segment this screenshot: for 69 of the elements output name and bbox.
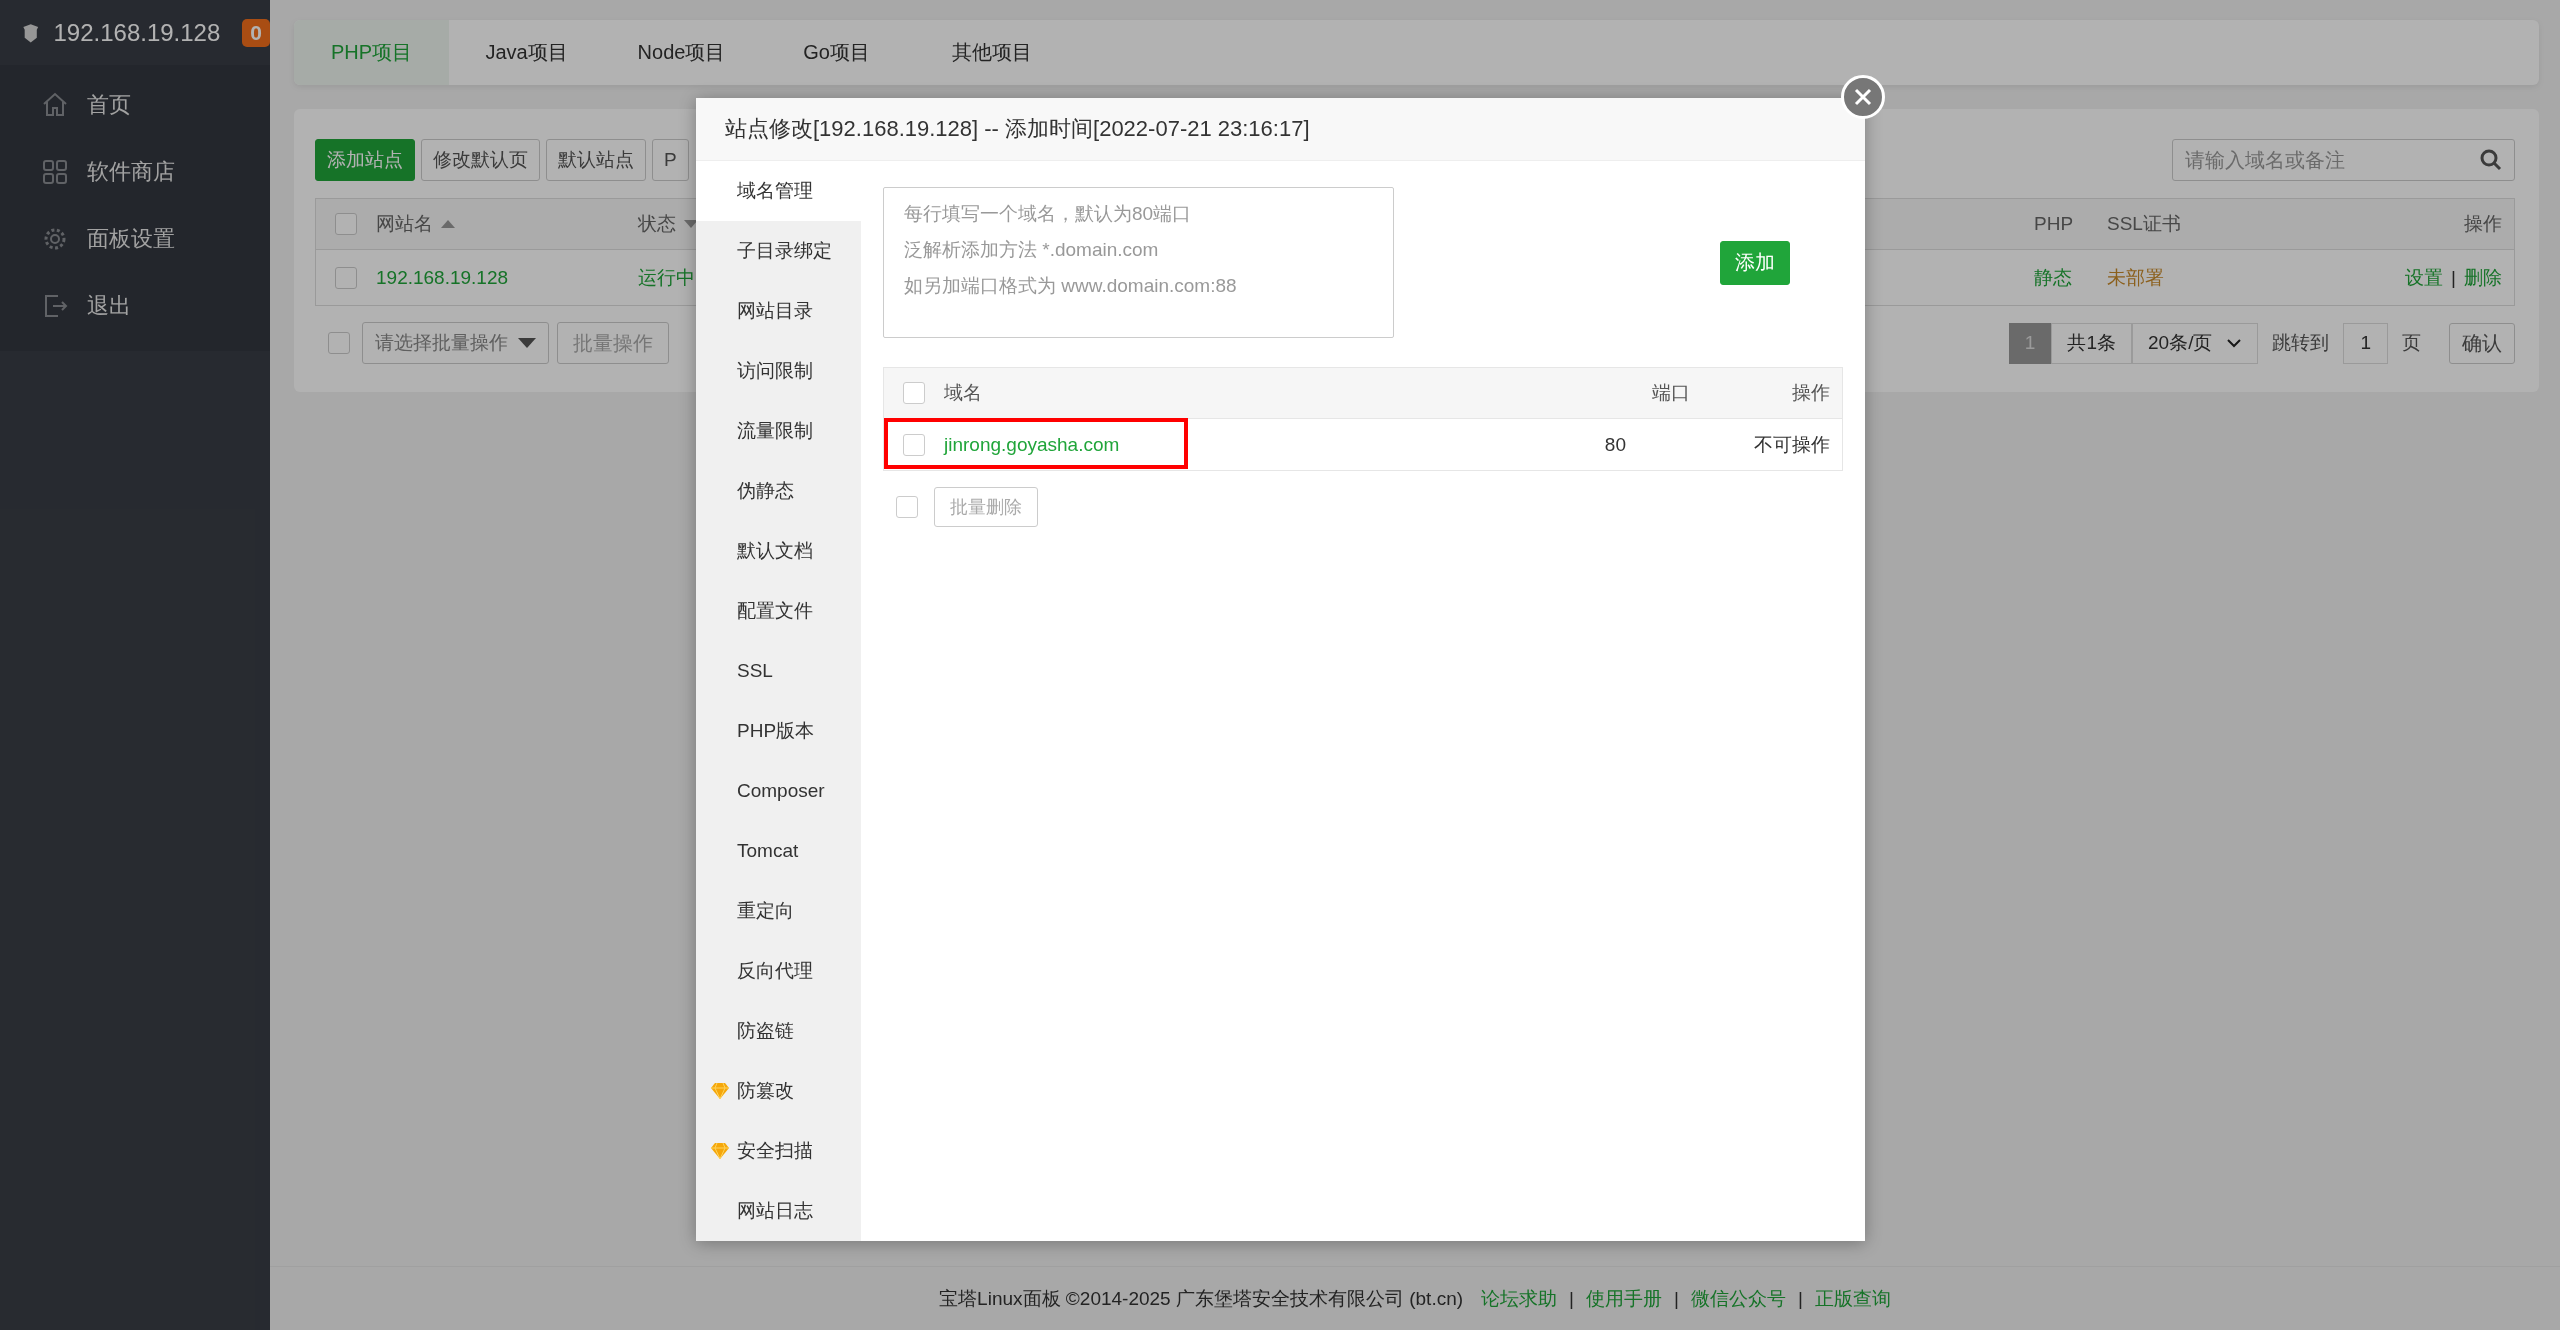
column-header: 端口 bbox=[1652, 381, 1690, 405]
column-header[interactable]: 状态 bbox=[638, 211, 676, 237]
action-text: 不可操作 bbox=[1754, 432, 1830, 457]
menu-item[interactable]: Composer bbox=[696, 761, 861, 821]
checkbox[interactable] bbox=[335, 213, 357, 235]
dropdown-icon bbox=[518, 338, 536, 348]
close-icon bbox=[1853, 87, 1873, 107]
menu-item[interactable]: 反向代理 bbox=[696, 941, 861, 1001]
column-header: PHP bbox=[2034, 213, 2074, 235]
menu-item[interactable]: 防篡改 bbox=[696, 1061, 861, 1121]
separator: | bbox=[2451, 266, 2456, 289]
checkbox[interactable] bbox=[335, 266, 357, 289]
toolbar-button[interactable]: 修改默认页 bbox=[421, 139, 540, 181]
column-header: 操作 bbox=[2464, 212, 2502, 236]
sidebar-item[interactable]: 退出 bbox=[0, 272, 270, 339]
column-header[interactable]: 网站名 bbox=[376, 211, 433, 237]
menu-item[interactable]: 访问限制 bbox=[696, 341, 861, 401]
menu-item[interactable]: Tomcat bbox=[696, 821, 861, 881]
add-button[interactable]: 添加 bbox=[1720, 240, 1790, 285]
menu-item[interactable]: 配置文件 bbox=[696, 581, 861, 641]
menu-item[interactable]: 安全扫描 bbox=[696, 1121, 861, 1181]
search-icon bbox=[2479, 148, 2503, 172]
toolbar-button[interactable]: 默认站点 bbox=[546, 139, 646, 181]
menu-item[interactable]: 网站日志 bbox=[696, 1181, 861, 1241]
tab[interactable]: Java项目 bbox=[449, 20, 604, 85]
menu-item[interactable]: PHP版本 bbox=[696, 701, 861, 761]
jump-label: 跳转到 bbox=[2271, 331, 2331, 355]
port-text: 80 bbox=[1604, 433, 1626, 456]
server-address: 192.168.19.128 bbox=[53, 18, 221, 47]
chevron-down-icon bbox=[2226, 338, 2243, 348]
sidebar-item[interactable]: 首页 bbox=[0, 71, 270, 138]
grid-icon bbox=[41, 157, 69, 186]
sidebar-item[interactable]: 软件商店 bbox=[0, 138, 270, 205]
total-count: 共1条 bbox=[2051, 322, 2132, 364]
checkbox[interactable] bbox=[903, 433, 925, 456]
tab[interactable]: Go项目 bbox=[759, 20, 914, 85]
separator: | bbox=[1797, 1287, 1803, 1310]
menu-item[interactable]: 默认文档 bbox=[696, 521, 861, 581]
menu-item[interactable]: SSL bbox=[696, 641, 861, 701]
confirm-button[interactable]: 确认 bbox=[2449, 322, 2515, 364]
tab[interactable]: 其他项目 bbox=[914, 20, 1069, 85]
column-header: 域名 bbox=[944, 381, 982, 405]
page-size-select[interactable]: 20条/页 bbox=[2132, 322, 2259, 364]
menu-item[interactable]: 伪静态 bbox=[696, 461, 861, 521]
home-icon bbox=[41, 90, 69, 119]
toolbar-button[interactable]: P bbox=[652, 139, 689, 181]
page-unit: 页 bbox=[2401, 331, 2422, 355]
sort-asc-icon[interactable] bbox=[441, 220, 455, 228]
menu-item[interactable]: 子目录绑定 bbox=[696, 221, 861, 281]
separator: | bbox=[1674, 1287, 1679, 1310]
menu-item[interactable]: 域名管理 bbox=[696, 161, 861, 221]
tab[interactable]: Node项目 bbox=[604, 20, 759, 85]
checkbox[interactable] bbox=[903, 382, 925, 404]
separator: | bbox=[1569, 1287, 1574, 1310]
column-header: SSL证书 bbox=[2107, 212, 2181, 236]
page-input[interactable]: 1 bbox=[2343, 322, 2388, 364]
copyright-text: 宝塔Linux面板 ©2014-2025 广东堡塔安全技术有限公司 (bt.cn) bbox=[939, 1286, 1464, 1311]
domain-input[interactable]: 每行填写一个域名，默认为80端口 泛解析添加方法 *.domain.com 如另加端口格式为 www.domain.com:88 bbox=[883, 187, 1394, 338]
menu-item[interactable]: 网站目录 bbox=[696, 281, 861, 341]
menu-item[interactable]: 防盗链 bbox=[696, 1001, 861, 1061]
search-field[interactable]: 请输入域名或备注 bbox=[2172, 139, 2515, 181]
dialog-title: 站点修改[192.168.19.128] -- 添加时间[2022-07-21 23:16:17] bbox=[696, 98, 1865, 161]
domain-link[interactable]: jinrong.goyasha.com bbox=[944, 433, 1120, 456]
select-text: 请选择批量操作 bbox=[375, 331, 508, 355]
menu-item[interactable]: 重定向 bbox=[696, 881, 861, 941]
checkbox[interactable] bbox=[896, 496, 918, 518]
sidebar-item[interactable]: 面板设置 bbox=[0, 205, 270, 272]
menu-item[interactable]: 流量限制 bbox=[696, 401, 861, 461]
column-header: 操作 bbox=[1792, 381, 1830, 405]
